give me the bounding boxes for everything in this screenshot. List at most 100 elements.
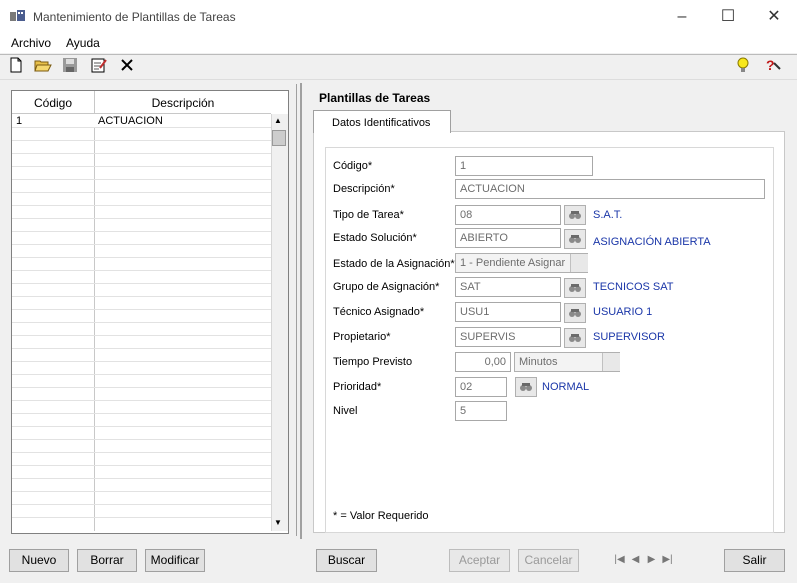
cancelar-button[interactable]: Cancelar: [518, 549, 579, 572]
tecnico-asignado-field[interactable]: USU1: [455, 302, 561, 322]
records-grid[interactable]: [11, 90, 289, 534]
grid-row-line: [12, 296, 271, 297]
chevron-down-icon[interactable]: [570, 254, 588, 272]
cell-descripcion: ACTUACION: [98, 115, 163, 127]
modificar-button[interactable]: Modificar: [145, 549, 205, 572]
grid-row-line: [12, 439, 271, 440]
grid-row-line: [12, 335, 271, 336]
grid-row-line: [12, 270, 271, 271]
borrar-button[interactable]: Borrar: [77, 549, 137, 572]
panel-title: Plantillas de Tareas: [319, 91, 431, 105]
delete-x-icon[interactable]: [119, 57, 137, 73]
tipo-tarea-field[interactable]: 08: [455, 205, 561, 225]
grid-row-line: [12, 504, 271, 505]
grid-row-line: [12, 140, 271, 141]
app-icon: [9, 9, 27, 23]
grid-row-line: [12, 257, 271, 258]
grid-row-line: [12, 218, 271, 219]
binoculars-icon[interactable]: [564, 278, 586, 298]
cell-codigo: 1: [16, 115, 23, 127]
label-nivel: Nivel: [333, 405, 358, 417]
salir-button[interactable]: Salir: [724, 549, 785, 572]
chevron-down-icon[interactable]: [602, 353, 620, 371]
menu-archivo[interactable]: Archivo: [11, 36, 51, 50]
grid-row-line: [12, 361, 271, 362]
descripcion-field[interactable]: ACTUACION: [455, 179, 765, 199]
scroll-thumb[interactable]: [272, 130, 286, 146]
estado-asignacion-select[interactable]: 1 - Pendiente Asignar: [455, 253, 588, 273]
label-estado-solucion: Estado Solución*: [333, 232, 417, 244]
binoculars-icon[interactable]: [564, 229, 586, 249]
grid-row-line: [12, 153, 271, 154]
grid-row-line: [12, 374, 271, 375]
estado-solucion-desc: ASIGNACIÓN ABIERTA: [593, 236, 711, 248]
first-record-icon[interactable]: |◀: [612, 551, 627, 569]
label-codigo: Código*: [333, 160, 373, 172]
grid-row-line: [12, 478, 271, 479]
scroll-down-icon[interactable]: ▼: [274, 518, 282, 527]
scroll-up-icon[interactable]: ▲: [274, 116, 282, 125]
grid-row-line: [12, 244, 271, 245]
binoculars-icon[interactable]: [515, 377, 537, 397]
grid-row-line: [12, 127, 271, 128]
label-prioridad: Prioridad*: [333, 381, 382, 393]
menu-bar: [0, 33, 797, 53]
label-descripcion: Descripción*: [333, 183, 395, 195]
new-document-icon[interactable]: [8, 57, 26, 73]
grupo-asignacion-field[interactable]: SAT: [455, 277, 561, 297]
vertical-scrollbar[interactable]: [271, 114, 288, 531]
grid-row-line: [12, 517, 271, 518]
open-folder-icon[interactable]: [34, 57, 52, 73]
save-disk-icon[interactable]: [62, 57, 80, 73]
grid-row-line: [12, 179, 271, 180]
tiempo-previsto-field[interactable]: 0,00: [455, 352, 511, 372]
grid-row-line: [12, 348, 271, 349]
column-header-codigo[interactable]: Código: [12, 96, 94, 110]
grid-row-line: [12, 322, 271, 323]
maximize-icon[interactable]: ☐: [705, 0, 751, 33]
edit-form-icon[interactable]: [90, 57, 108, 73]
prioridad-desc: NORMAL: [542, 381, 590, 393]
prev-record-icon[interactable]: ◀: [628, 551, 643, 569]
grid-row-line: [12, 452, 271, 453]
label-propietario: Propietario*: [333, 331, 391, 343]
tip-lightbulb-icon[interactable]: [735, 57, 753, 73]
tecnico-asignado-desc: USUARIO 1: [593, 306, 653, 318]
svg-text:?: ?: [766, 57, 775, 73]
buscar-button[interactable]: Buscar: [316, 549, 377, 572]
last-record-icon[interactable]: ▶|: [660, 551, 675, 569]
tab-label: Datos Identificativos: [332, 117, 431, 129]
tipo-tarea-desc: S.A.T.: [593, 209, 623, 221]
nuevo-button[interactable]: Nuevo: [9, 549, 69, 572]
grid-row-line: [12, 426, 271, 427]
binoculars-icon[interactable]: [564, 205, 586, 225]
binoculars-icon[interactable]: [564, 303, 586, 323]
grid-row-line: [12, 400, 271, 401]
next-record-icon[interactable]: ▶: [644, 551, 659, 569]
prioridad-field[interactable]: 02: [455, 377, 507, 397]
estado-solucion-field[interactable]: ABIERTO: [455, 228, 561, 248]
propietario-field[interactable]: SUPERVIS: [455, 327, 561, 347]
grid-row-line: [12, 192, 271, 193]
label-tipo-tarea: Tipo de Tarea*: [333, 209, 404, 221]
grid-row-line: [12, 413, 271, 414]
label-tiempo-previsto: Tiempo Previsto: [333, 356, 413, 368]
panel-splitter[interactable]: [300, 83, 302, 539]
aceptar-button[interactable]: Aceptar: [449, 549, 510, 572]
help-icon[interactable]: ?: [764, 57, 782, 73]
grid-row-line: [12, 166, 271, 167]
grid-row-line: [12, 231, 271, 232]
label-estado-asignacion: Estado de la Asignación*: [333, 258, 455, 270]
propietario-desc: SUPERVISOR: [593, 331, 665, 343]
nivel-field[interactable]: 5: [455, 401, 507, 421]
grid-row-line: [12, 387, 271, 388]
grupo-asignacion-desc: TECNICOS SAT: [593, 281, 674, 293]
binoculars-icon[interactable]: [564, 328, 586, 348]
close-icon[interactable]: ✕: [751, 0, 797, 33]
label-grupo-asignacion: Grupo de Asignación*: [333, 281, 440, 293]
menu-ayuda[interactable]: Ayuda: [66, 36, 100, 50]
grid-row-line: [12, 309, 271, 310]
column-header-descripcion[interactable]: Descripción: [95, 96, 271, 110]
codigo-field[interactable]: 1: [455, 156, 593, 176]
minimize-icon[interactable]: –: [659, 0, 705, 33]
